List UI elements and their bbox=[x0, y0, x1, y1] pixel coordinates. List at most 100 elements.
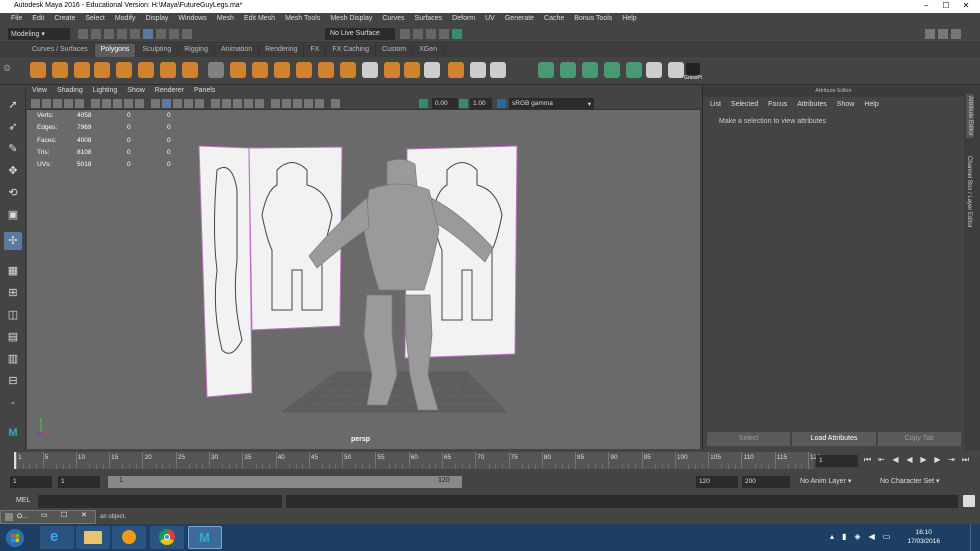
shelf-tool-icon[interactable] bbox=[182, 62, 198, 78]
menu-item-help[interactable]: Help bbox=[617, 13, 641, 25]
system-clock[interactable]: 16:10 17/03/2016 bbox=[907, 528, 940, 546]
shelf-tool-icon[interactable] bbox=[30, 62, 46, 78]
step-back-icon[interactable]: ◀ bbox=[890, 454, 901, 465]
viewport-tool-icon[interactable] bbox=[331, 99, 340, 108]
play-backwards-icon[interactable]: ◀ bbox=[904, 454, 915, 465]
playback-end-field[interactable]: 120 bbox=[696, 476, 738, 488]
menu-item-generate[interactable]: Generate bbox=[500, 13, 539, 25]
color-management-icon[interactable] bbox=[497, 99, 506, 108]
viewport-menu-show[interactable]: Show bbox=[122, 86, 150, 97]
shelf-tool-icon[interactable] bbox=[252, 62, 268, 78]
snap-grid-icon[interactable] bbox=[156, 29, 166, 39]
network-icon[interactable]: ▮ bbox=[842, 532, 846, 541]
select-tool-icon[interactable]: ➚ bbox=[4, 96, 22, 114]
shelf-tool-icon[interactable] bbox=[74, 62, 90, 78]
attribute-menu-show[interactable]: Show bbox=[832, 101, 860, 108]
two-pane-icon[interactable]: ◫ bbox=[4, 306, 22, 324]
shelf-tool-icon[interactable] bbox=[668, 62, 684, 78]
viewport-menu-view[interactable]: View bbox=[27, 86, 52, 97]
viewport-tool-icon[interactable] bbox=[315, 99, 324, 108]
shelf-tool-icon[interactable] bbox=[296, 62, 312, 78]
lasso-tool-icon[interactable]: ➶ bbox=[4, 118, 22, 136]
four-pane-icon[interactable]: ⊞ bbox=[4, 284, 22, 302]
attribute-menu-attributes[interactable]: Attributes bbox=[792, 101, 832, 108]
viewport-menu-panels[interactable]: Panels bbox=[189, 86, 220, 97]
viewport-tool-icon[interactable] bbox=[211, 99, 220, 108]
layout-pane-icon[interactable]: ⊟ bbox=[4, 372, 22, 390]
select-mode-icon[interactable] bbox=[143, 29, 153, 39]
viewport-tool-icon[interactable] bbox=[222, 99, 231, 108]
last-tool-icon[interactable]: ✢ bbox=[4, 232, 22, 250]
speaker-icon[interactable]: ◀ bbox=[869, 532, 875, 541]
shelf-tool-icon[interactable] bbox=[274, 62, 290, 78]
anim-layer-dropdown[interactable]: No Anim Layer ▾ bbox=[800, 477, 851, 485]
exposure-icon[interactable] bbox=[419, 99, 428, 108]
tab-channel-box[interactable]: Channel Box / Layer Editor bbox=[966, 156, 972, 228]
redo-icon[interactable] bbox=[130, 29, 140, 39]
maya-taskbar-icon[interactable]: M bbox=[188, 526, 222, 549]
new-scene-icon[interactable] bbox=[78, 29, 88, 39]
copy-tab-button[interactable]: Copy Tab bbox=[877, 432, 961, 446]
menu-item-edit[interactable]: Edit bbox=[27, 13, 49, 25]
undo-icon[interactable] bbox=[117, 29, 127, 39]
shelf-tool-icon[interactable] bbox=[604, 62, 620, 78]
move-tool-icon[interactable]: ✥ bbox=[4, 162, 22, 180]
viewport-tool-icon[interactable] bbox=[53, 99, 62, 108]
shelf-tool-icon[interactable] bbox=[470, 62, 486, 78]
viewport-menu-renderer[interactable]: Renderer bbox=[150, 86, 189, 97]
shelf-tool-icon[interactable] bbox=[424, 62, 440, 78]
close-button[interactable]: ✕ bbox=[958, 0, 974, 11]
shelf-tool-icon[interactable] bbox=[362, 62, 378, 78]
panel-toggle-icon[interactable] bbox=[951, 29, 961, 39]
media-player-icon[interactable] bbox=[112, 526, 146, 549]
menu-item-deform[interactable]: Deform bbox=[447, 13, 480, 25]
animation-start-field[interactable]: 1 bbox=[10, 476, 52, 488]
step-forward-key-icon[interactable]: ⇥ bbox=[946, 454, 957, 465]
shelf-tab-fx-caching[interactable]: FX Caching bbox=[326, 44, 376, 57]
shelf-tool-icon[interactable] bbox=[52, 62, 68, 78]
viewport-tool-icon[interactable] bbox=[233, 99, 242, 108]
viewport-tool-icon[interactable] bbox=[173, 99, 182, 108]
shelf-tool-icon[interactable] bbox=[448, 62, 464, 78]
animation-end-field[interactable]: 200 bbox=[742, 476, 790, 488]
ipr-render-icon[interactable] bbox=[413, 29, 423, 39]
viewport-3d[interactable]: Verts: 4058 0 0 Edges: 7969 0 0 Faces: 4008 0 0 Tris… bbox=[27, 110, 700, 449]
chrome-icon[interactable] bbox=[150, 526, 184, 549]
go-to-end-icon[interactable]: ⏭ bbox=[960, 454, 971, 465]
collapse-icon[interactable]: - bbox=[4, 394, 22, 412]
viewport-tool-icon[interactable] bbox=[64, 99, 73, 108]
panel-toggle-icon[interactable] bbox=[938, 29, 948, 39]
viewport-menu-shading[interactable]: Shading bbox=[52, 86, 88, 97]
hypershade-icon[interactable] bbox=[439, 29, 449, 39]
start-button[interactable] bbox=[4, 526, 26, 549]
menu-item-surfaces[interactable]: Surfaces bbox=[410, 13, 448, 25]
current-frame-field[interactable]: 1 bbox=[816, 455, 858, 467]
shelf-tool-icon[interactable] bbox=[384, 62, 400, 78]
command-language-label[interactable]: MEL bbox=[16, 497, 30, 504]
viewport-tool-icon[interactable] bbox=[135, 99, 144, 108]
viewport-tool-icon[interactable] bbox=[113, 99, 122, 108]
snap-curve-icon[interactable] bbox=[169, 29, 179, 39]
shelf-tab-fx[interactable]: FX bbox=[304, 44, 327, 57]
shelf-tool-icon[interactable] bbox=[160, 62, 176, 78]
character-set-dropdown[interactable]: No Character Set ▾ bbox=[880, 477, 940, 485]
time-slider[interactable]: 1 5 10 15 20 25 30 35 40 45 50 55 60 65 70 75 80 85 90 95 10… bbox=[0, 450, 980, 472]
script-editor-icon[interactable] bbox=[963, 495, 975, 507]
tab-attribute-editor[interactable]: Attribute Editor bbox=[966, 94, 974, 138]
viewport-tool-icon[interactable] bbox=[162, 99, 171, 108]
shelf-tool-icon[interactable] bbox=[582, 62, 598, 78]
scale-tool-icon[interactable]: ▣ bbox=[4, 206, 22, 224]
menu-item-create[interactable]: Create bbox=[49, 13, 80, 25]
attribute-menu-selected[interactable]: Selected bbox=[726, 101, 763, 108]
viewport-menu-lighting[interactable]: Lighting bbox=[88, 86, 123, 97]
gamma-field[interactable]: 1.00 bbox=[470, 98, 492, 109]
single-pane-icon[interactable]: ▦ bbox=[4, 262, 22, 280]
restore-icon[interactable]: ▭ bbox=[41, 511, 48, 519]
explorer-icon[interactable] bbox=[76, 526, 110, 549]
mode-selector[interactable]: Modeling ▾ bbox=[8, 28, 70, 40]
viewport-tool-icon[interactable] bbox=[244, 99, 253, 108]
maximize-button[interactable]: ☐ bbox=[938, 0, 954, 11]
play-forwards-icon[interactable]: ▶ bbox=[918, 454, 929, 465]
minimize-button[interactable]: – bbox=[918, 0, 934, 11]
menu-item-edit-mesh[interactable]: Edit Mesh bbox=[239, 13, 280, 25]
